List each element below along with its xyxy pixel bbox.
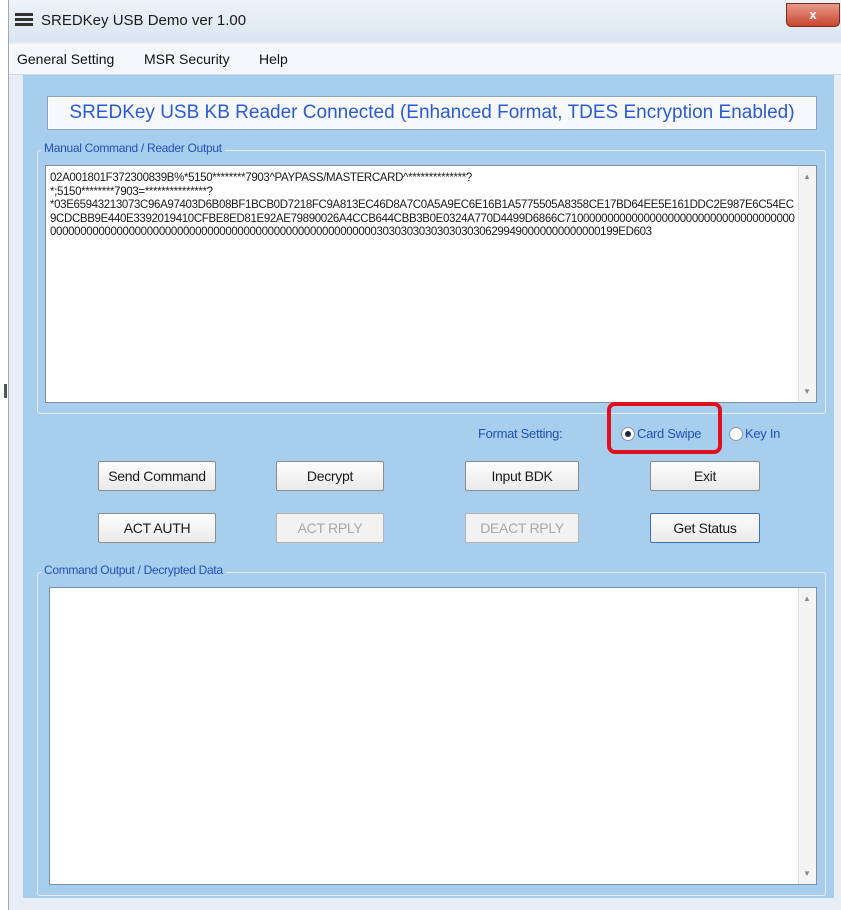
menu-general-setting[interactable]: General Setting: [17, 51, 114, 67]
scroll-down-icon[interactable]: ▼: [803, 869, 811, 878]
exit-button[interactable]: Exit: [650, 461, 760, 491]
window-title: SREDKey USB Demo ver 1.00: [41, 12, 247, 29]
menu-msr-security[interactable]: MSR Security: [144, 51, 230, 67]
decrypted-output-textarea[interactable]: ▲ ▼: [49, 587, 817, 885]
key-in-label[interactable]: Key In: [745, 426, 780, 441]
main-panel: SREDKey USB KB Reader Connected (Enhance…: [23, 75, 834, 898]
decrypted-output-scrollbar[interactable]: ▲ ▼: [798, 588, 816, 884]
scroll-up-icon[interactable]: ▲: [803, 172, 811, 181]
edge-mark: [4, 384, 7, 398]
app-icon: [15, 13, 33, 29]
app-window: SREDKey USB Demo ver 1.00 x General Sett…: [8, 0, 841, 910]
act-rply-button[interactable]: ACT RPLY: [276, 513, 384, 543]
deact-rply-button[interactable]: DEACT RPLY: [465, 513, 579, 543]
key-in-radio[interactable]: [729, 427, 743, 441]
reader-output-text: 02A001801F372300839B%*5150********7903^P…: [50, 172, 795, 238]
format-setting-label: Format Setting:: [478, 426, 563, 441]
desktop-edge: [0, 0, 8, 910]
input-bdk-button[interactable]: Input BDK: [465, 461, 579, 491]
reader-output-label: Manual Command / Reader Output: [41, 141, 225, 155]
scroll-down-icon[interactable]: ▼: [803, 387, 811, 396]
card-swipe-highlight: [607, 402, 722, 454]
act-auth-button[interactable]: ACT AUTH: [98, 513, 216, 543]
menu-bar: General Setting MSR Security Help: [9, 44, 841, 75]
decrypted-output-label: Command Output / Decrypted Data: [41, 563, 226, 577]
title-bar[interactable]: SREDKey USB Demo ver 1.00 x: [9, 0, 841, 42]
reader-output-scrollbar[interactable]: ▲ ▼: [798, 166, 816, 402]
reader-output-textarea[interactable]: 02A001801F372300839B%*5150********7903^P…: [45, 165, 817, 403]
send-command-button[interactable]: Send Command: [98, 461, 216, 491]
scroll-up-icon[interactable]: ▲: [803, 594, 811, 603]
status-banner: SREDKey USB KB Reader Connected (Enhance…: [47, 96, 817, 130]
menu-help[interactable]: Help: [259, 51, 288, 67]
close-button[interactable]: x: [786, 3, 840, 27]
get-status-button[interactable]: Get Status: [650, 513, 760, 543]
decrypt-button[interactable]: Decrypt: [276, 461, 384, 491]
